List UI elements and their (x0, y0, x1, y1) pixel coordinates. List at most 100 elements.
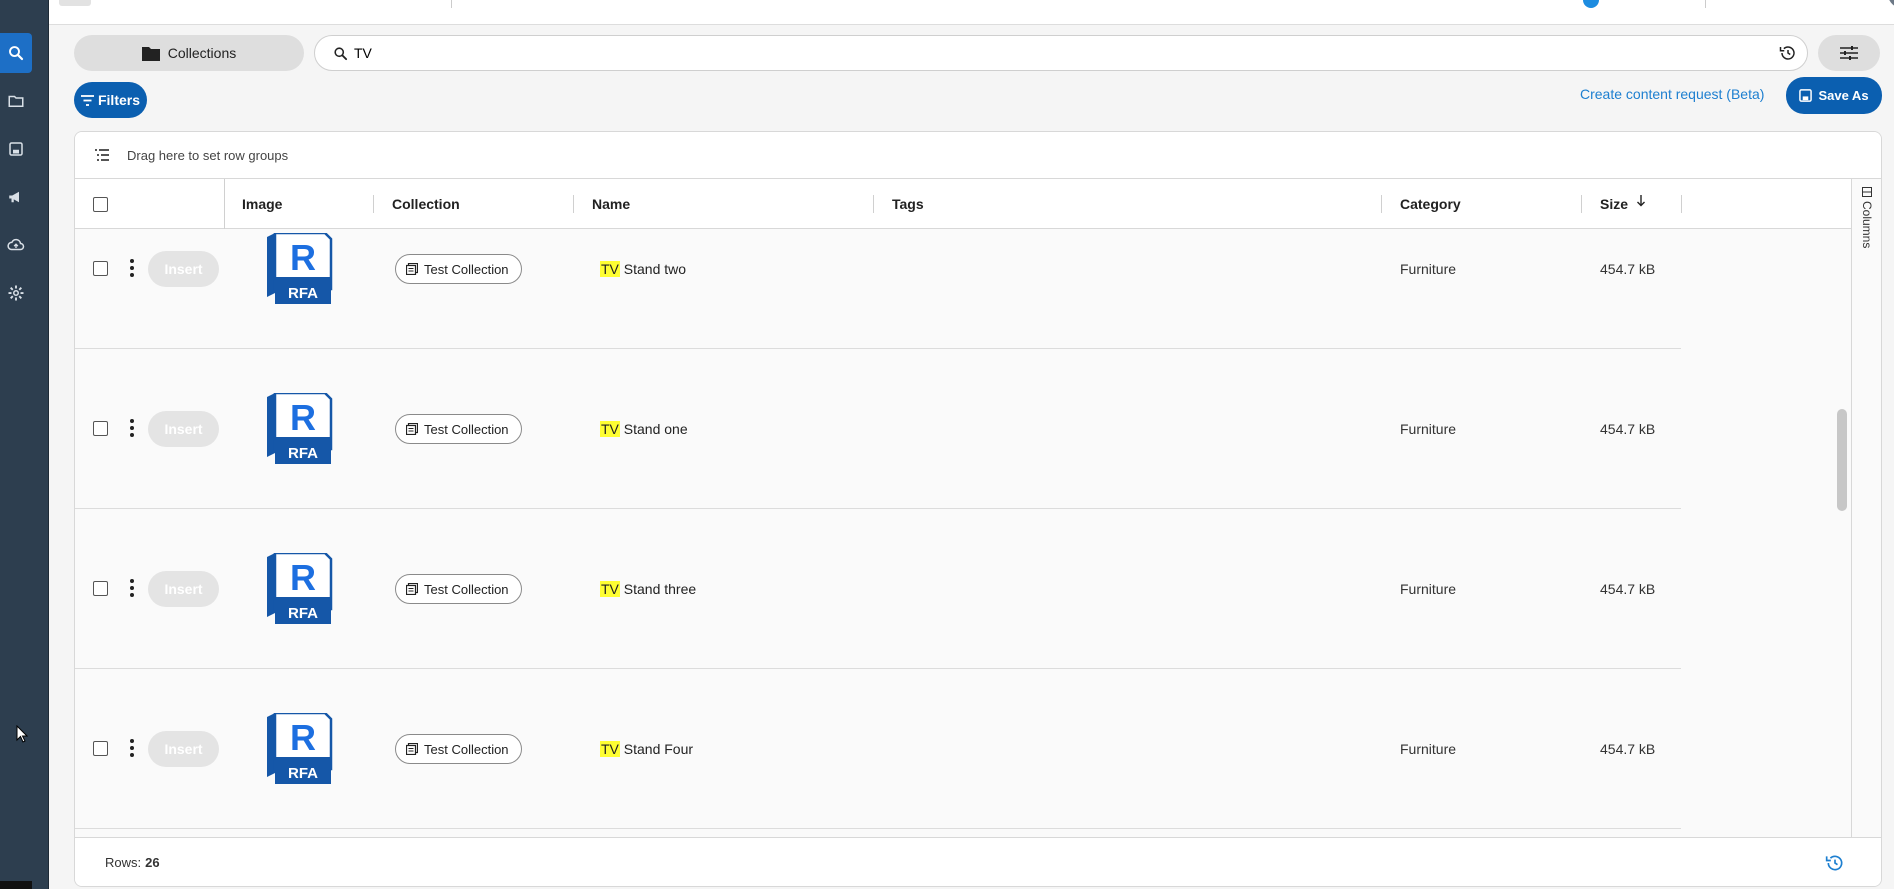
search-field[interactable] (314, 35, 1808, 71)
search-highlight: TV (600, 421, 620, 437)
collection-chip[interactable]: Test Collection (395, 254, 522, 284)
column-header-tags[interactable]: Tags (892, 179, 924, 229)
row-checkbox[interactable] (93, 421, 108, 436)
more-vertical-icon (127, 579, 137, 597)
rfa-label: RFA (288, 445, 318, 462)
search-icon (9, 46, 24, 61)
sidebar-item-announcements[interactable] (0, 177, 32, 217)
size-cell: 454.7 kB (1600, 421, 1656, 437)
vertical-scrollbar[interactable] (1837, 409, 1847, 511)
search-settings-button[interactable] (1818, 35, 1880, 71)
columns-side-panel[interactable]: Columns (1851, 179, 1881, 839)
help-icon[interactable] (1583, 0, 1599, 8)
collections-button[interactable]: Collections (74, 35, 304, 71)
grid-body: Insert R RFA Test Collection TV Stand tw… (75, 229, 1851, 839)
category-cell: Furniture (1400, 581, 1457, 597)
collection-icon (406, 263, 418, 275)
divider (573, 195, 574, 213)
avatar[interactable] (1887, 0, 1894, 10)
sidebar-item-settings[interactable] (0, 273, 32, 313)
rfa-label: RFA (288, 285, 318, 302)
table-row[interactable]: Insert R RFA Test Collection TV Stand Fo… (75, 669, 1681, 829)
row-checkbox[interactable] (93, 261, 108, 276)
size-cell: 454.7 kB (1600, 261, 1656, 277)
column-header-image[interactable]: Image (242, 179, 282, 229)
thumbnail-image[interactable]: R RFA (265, 393, 333, 465)
sidebar-item-folders[interactable] (0, 81, 32, 121)
divider (1381, 195, 1382, 213)
asset-name-rest: Stand Four (619, 741, 694, 757)
row-group-hint: Drag here to set row groups (127, 147, 289, 163)
asset-name[interactable]: TV Stand Four (600, 739, 693, 759)
row-actions-menu[interactable] (127, 739, 137, 757)
row-actions-menu[interactable] (127, 579, 137, 597)
thumbnail-image[interactable]: R RFA (265, 553, 333, 625)
history-icon[interactable] (1825, 853, 1845, 873)
columns-icon (1862, 187, 1872, 197)
search-input[interactable] (354, 45, 1807, 61)
mouse-cursor-icon (16, 725, 28, 743)
collection-icon (406, 583, 418, 595)
insert-button[interactable]: Insert (148, 411, 219, 447)
category-cell: Furniture (1400, 421, 1457, 437)
collection-label: Test Collection (424, 421, 509, 437)
collection-chip[interactable]: Test Collection (395, 734, 522, 764)
asset-name-rest: Stand two (619, 261, 687, 277)
insert-button[interactable]: Insert (148, 571, 219, 607)
row-checkbox[interactable] (93, 741, 108, 756)
asset-name[interactable]: TV Stand three (600, 579, 696, 599)
insert-button[interactable]: Insert (148, 731, 219, 767)
collection-chip[interactable]: Test Collection (395, 574, 522, 604)
history-icon[interactable] (1779, 44, 1797, 62)
search-highlight: TV (600, 581, 620, 597)
folder-icon (8, 95, 24, 107)
top-menu-button[interactable] (59, 0, 91, 6)
collection-icon (406, 743, 418, 755)
asset-name[interactable]: TV Stand one (600, 419, 688, 439)
rfa-file-icon: R RFA (267, 713, 333, 784)
column-header-collection[interactable]: Collection (392, 179, 460, 229)
size-cell: 454.7 kB (1600, 581, 1656, 597)
collection-chip[interactable]: Test Collection (395, 414, 522, 444)
divider (224, 179, 225, 229)
column-header-size-label: Size (1600, 196, 1629, 212)
asset-name-rest: Stand one (619, 421, 688, 437)
column-header-name[interactable]: Name (592, 179, 630, 229)
thumbnail-image[interactable]: R RFA (265, 233, 333, 305)
row-group-drop-zone[interactable]: Drag here to set row groups (75, 132, 1881, 179)
create-content-request-link[interactable]: Create content request (Beta) (1580, 86, 1776, 106)
divider (1581, 195, 1582, 213)
top-app-bar (49, 0, 1894, 25)
results-grid: Drag here to set row groups Image Collec… (74, 131, 1882, 887)
gear-icon (8, 285, 24, 301)
sidebar-item-search[interactable] (0, 33, 32, 73)
column-header-category[interactable]: Category (1400, 179, 1461, 229)
sidebar-item-saved[interactable] (0, 129, 32, 169)
divider (373, 195, 374, 213)
save-as-label: Save As (1818, 88, 1869, 103)
divider (451, 0, 452, 8)
insert-button[interactable]: Insert (148, 251, 219, 287)
table-row[interactable]: Insert R RFA Test Collection TV Stand tw… (75, 229, 1681, 349)
save-as-button[interactable]: Save As (1786, 77, 1882, 114)
row-actions-menu[interactable] (127, 259, 137, 277)
columns-panel-toggle[interactable]: Columns (1860, 187, 1874, 248)
thumbnail-image[interactable]: R RFA (265, 713, 333, 785)
rfa-file-icon: R RFA (267, 233, 333, 304)
column-header-size[interactable]: Size (1600, 179, 1646, 229)
filters-button[interactable]: Filters (74, 82, 147, 118)
row-checkbox[interactable] (93, 581, 108, 596)
sidebar-item-upload[interactable] (0, 225, 32, 265)
rfa-file-icon: R RFA (267, 393, 333, 464)
table-row[interactable]: Insert R RFA Test Collection TV Stand th… (75, 509, 1681, 669)
rfa-letter: R (290, 237, 316, 278)
asset-name-rest: Stand three (619, 581, 697, 597)
select-all-checkbox[interactable] (93, 179, 108, 229)
asset-name[interactable]: TV Stand two (600, 259, 686, 279)
size-cell: 454.7 kB (1600, 741, 1656, 757)
megaphone-icon (9, 191, 19, 203)
row-actions-menu[interactable] (127, 419, 137, 437)
table-row[interactable]: Insert R RFA Test Collection TV Stand on… (75, 349, 1681, 509)
more-vertical-icon (127, 259, 137, 277)
collection-icon (406, 423, 418, 435)
